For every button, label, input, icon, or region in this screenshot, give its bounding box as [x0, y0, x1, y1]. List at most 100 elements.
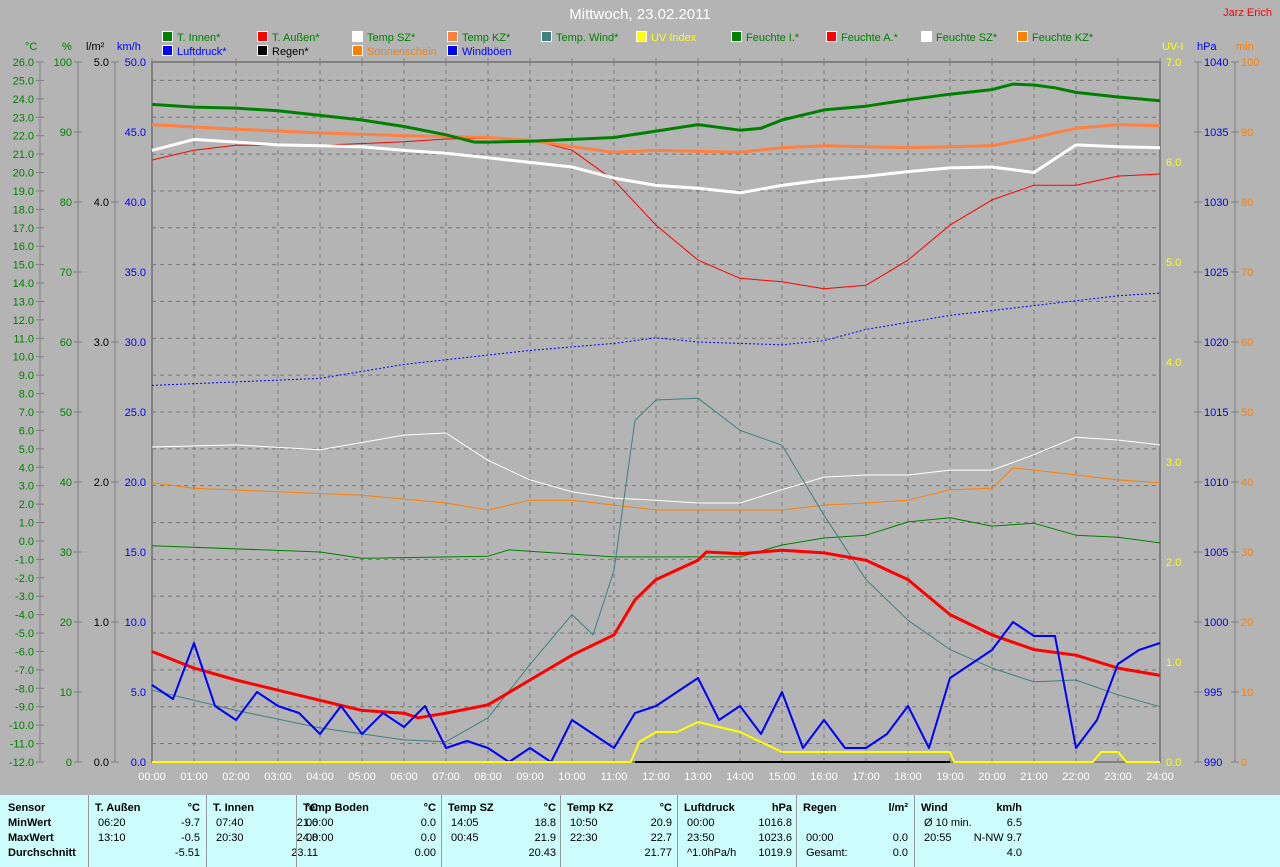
table-cell: 1019.9 [758, 847, 792, 859]
axis-label-temp: 19.0 [13, 186, 34, 198]
table-cell: Durchschnitt [8, 847, 76, 859]
table-cell: 20.9 [650, 817, 672, 829]
table-cell: 6.5 [1006, 817, 1022, 829]
axis-label-wind: 20.0 [125, 477, 146, 489]
axis-label-sun: 40 [1241, 477, 1253, 489]
legend-label: Luftdruck* [177, 46, 227, 58]
legend-swatch [257, 31, 268, 42]
axis-label-temp: 20.0 [13, 168, 34, 180]
legend-item: T. Außen* [257, 31, 320, 44]
x-tick-label: 18:00 [894, 771, 922, 783]
axis-label-uv: 2.0 [1166, 557, 1181, 569]
table-cell: Luftdruck [684, 802, 735, 814]
table-cell: 00:00 [806, 832, 834, 844]
table-cell: Sensor [8, 802, 46, 814]
legend-swatch [1017, 31, 1028, 42]
table-cell: 22:30 [570, 832, 598, 844]
legend-item: Luftdruck* [162, 45, 227, 58]
table-cell: 0.0 [420, 817, 436, 829]
axis-label-temp: -12.0 [9, 757, 34, 769]
x-tick-label: 03:00 [264, 771, 292, 783]
legend-label: Temp SZ* [367, 32, 416, 44]
table-cell: 1023.6 [758, 832, 792, 844]
table-cell: T. Innen [213, 802, 254, 814]
axis-label-uv: 3.0 [1166, 457, 1181, 469]
table-cell: 22.7 [650, 832, 672, 844]
axis-unit-hum: % [62, 41, 72, 53]
table-cell: 18.8 [534, 817, 556, 829]
legend-label: UV Index [651, 32, 697, 44]
axis-label-uv: 4.0 [1166, 357, 1181, 369]
axis-label-wind: 10.0 [125, 617, 146, 629]
legend-label: Feuchte KZ* [1032, 32, 1094, 44]
x-tick-label: 05:00 [348, 771, 376, 783]
table-cell: MinWert [8, 817, 52, 829]
table-cell: N-NW 9.7 [973, 832, 1022, 844]
table-cell: Wind [921, 802, 948, 814]
legend-swatch [921, 31, 932, 42]
legend-label: Feuchte SZ* [936, 32, 998, 44]
axis-label-temp: -9.0 [15, 702, 34, 714]
table-cell: -5.51 [174, 847, 200, 859]
axis-label-temp: -2.0 [15, 573, 34, 585]
table-cell: 23.11 [291, 847, 318, 859]
table-cell: 21.77 [644, 847, 672, 859]
axis-label-temp: 16.0 [13, 241, 34, 253]
axis-unit-uv: UV-I [1162, 41, 1183, 53]
legend-item: Sonnenschein [352, 45, 437, 58]
legend-label: T. Innen* [177, 32, 221, 44]
legend-label: Temp KZ* [462, 32, 511, 44]
axis-label-wind: 30.0 [125, 337, 146, 349]
table-divider [677, 795, 678, 867]
axis-label-temp: 10.0 [13, 352, 34, 364]
legend-item: Feuchte A.* [826, 31, 898, 44]
table-divider [441, 795, 442, 867]
axis-label-temp: 25.0 [13, 75, 34, 87]
axis-label-temp: 12.0 [13, 315, 34, 327]
axis-label-temp: -10.0 [9, 720, 34, 732]
axis-label-wind: 5.0 [131, 687, 146, 699]
x-tick-label: 02:00 [222, 771, 250, 783]
axis-label-press: 1005 [1204, 547, 1228, 559]
axis-label-temp: 1.0 [19, 518, 34, 530]
table-cell: °C [659, 802, 672, 814]
x-tick-label: 13:00 [684, 771, 712, 783]
axis-label-rain: 0.0 [94, 757, 109, 769]
chart-title: Mittwoch, 23.02.2011 [569, 6, 711, 23]
legend-label: Feuchte A.* [841, 32, 898, 44]
x-tick-label: 01:00 [180, 771, 208, 783]
axis-label-press: 1020 [1204, 337, 1228, 349]
legend-item: T. Innen* [162, 31, 220, 44]
axis-label-temp: 0.0 [19, 536, 34, 548]
axis-label-sun: 100 [1241, 57, 1259, 69]
axis-label-rain: 3.0 [94, 337, 109, 349]
legend-swatch [257, 45, 268, 56]
axis-label-wind: 25.0 [125, 407, 146, 419]
axis-label-temp: -11.0 [10, 739, 34, 751]
axis-label-temp: 4.0 [19, 462, 34, 474]
x-tick-label: 07:00 [432, 771, 460, 783]
table-cell: °C [423, 802, 436, 814]
axis-label-temp: 23.0 [13, 112, 34, 124]
axis-label-hum: 90 [60, 127, 72, 139]
x-tick-label: 14:00 [726, 771, 754, 783]
axis-label-rain: 5.0 [94, 57, 109, 69]
table-cell: 0.00 [414, 847, 436, 859]
axis-label-hum: 70 [60, 267, 72, 279]
axis-unit-wind: km/h [117, 41, 141, 53]
series-windböen [151, 621, 1161, 763]
table-cell: 0.0 [420, 832, 436, 844]
legend-swatch [162, 31, 173, 42]
table-cell: l/m² [888, 802, 908, 814]
table-cell: 23:50 [687, 832, 715, 844]
legend-item: Temp SZ* [352, 31, 415, 44]
table-cell: 0.0 [892, 847, 908, 859]
axis-label-wind: 40.0 [125, 197, 146, 209]
x-tick-label: 09:00 [516, 771, 544, 783]
table-cell: 20:30 [216, 832, 244, 844]
table-cell: Temp Boden [303, 802, 369, 814]
legend-label: Sonnenschein [367, 46, 437, 58]
axis-label-temp: 3.0 [19, 481, 34, 493]
axis-label-temp: 11.0 [13, 333, 34, 345]
legend-swatch [731, 31, 742, 42]
